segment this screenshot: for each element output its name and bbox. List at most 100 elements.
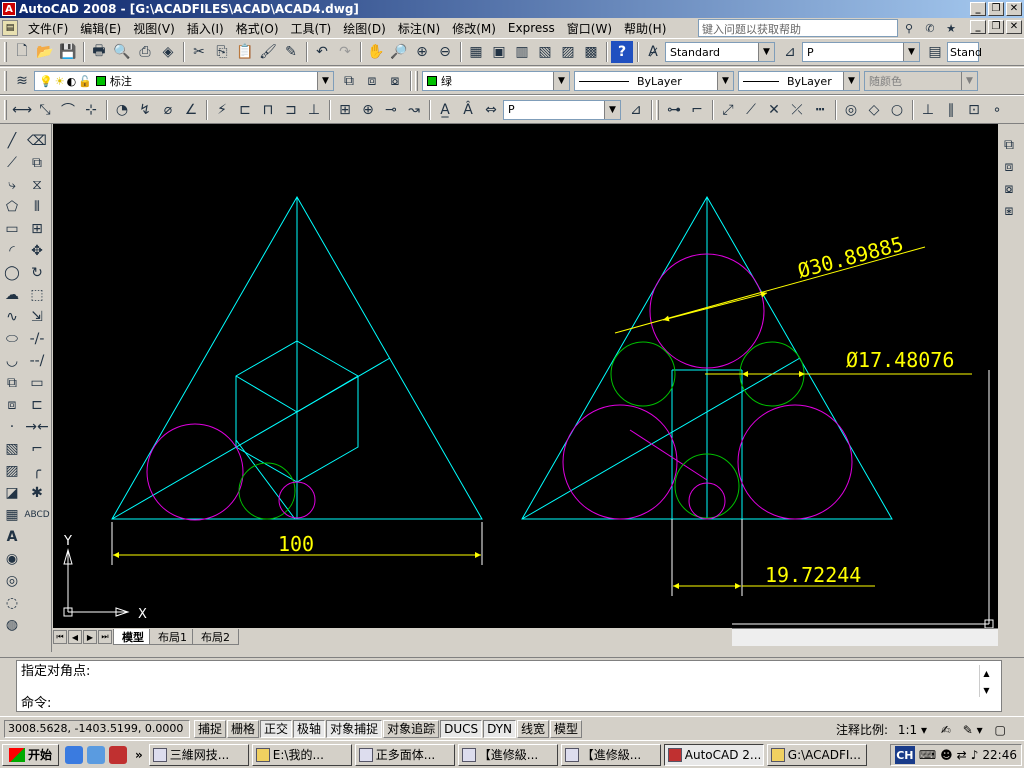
auto-scale-icon[interactable]: ✎ — [963, 723, 973, 737]
dim-style-select[interactable]: P ▼ — [802, 42, 920, 62]
coordinates-display[interactable]: 3008.5628, -1403.5199, 0.0000 — [4, 719, 190, 738]
spell-check-icon[interactable]: ABCD — [24, 504, 49, 526]
table-style-select[interactable]: Stand — [947, 42, 982, 62]
revision-cloud-icon[interactable]: ☁ — [1, 284, 23, 306]
snap-quadrant-icon[interactable]: ◇ — [863, 99, 885, 121]
send-under-icon[interactable]: ⧆ — [998, 200, 1020, 222]
dim-edit-icon[interactable]: A̲ — [434, 99, 456, 121]
copy-object-icon[interactable]: ⧉ — [26, 152, 48, 174]
make-block-icon[interactable]: ⧈ — [1, 394, 23, 416]
cut-icon[interactable]: ✂ — [188, 41, 210, 63]
help-icon[interactable]: ? — [611, 41, 633, 63]
polar-toggle[interactable]: 极轴 — [293, 719, 326, 738]
snap-toggle[interactable]: 捕捉 — [194, 719, 227, 738]
send-to-back-icon[interactable]: ⧈ — [998, 156, 1020, 178]
mirror-icon[interactable]: ⧖ — [26, 174, 48, 196]
layer-states-icon[interactable]: ⧇ — [384, 70, 406, 92]
osnap-toggle[interactable]: 对象捕捉 — [326, 719, 383, 738]
doc-close-button[interactable]: ✕ — [1006, 20, 1022, 34]
pan-icon[interactable]: ✋ — [365, 41, 387, 63]
dim-style-select-2[interactable]: P ▼ — [503, 99, 621, 120]
task-5[interactable]: 【進修級... — [560, 743, 661, 766]
helix-icon[interactable]: ◍ — [1, 614, 23, 636]
menu-edit[interactable]: 编辑(E) — [74, 20, 127, 37]
snap-node-icon[interactable]: ∘ — [986, 99, 1008, 121]
snap-apparent-intersection-icon[interactable]: ⤫ — [786, 99, 808, 121]
dim-angular-icon[interactable]: ∠ — [180, 99, 202, 121]
tab-model[interactable]: 模型 — [113, 629, 153, 645]
trim-icon[interactable]: -/- — [26, 328, 48, 350]
block-editor-icon[interactable]: ✎ — [280, 41, 302, 63]
search-icon[interactable]: ⚲ — [900, 20, 918, 36]
calculator-icon[interactable]: ▩ — [580, 41, 602, 63]
communication-center-icon[interactable]: ✆ — [921, 20, 939, 36]
snap-intersection-icon[interactable]: ✕ — [763, 99, 785, 121]
design-center-icon[interactable]: ▣ — [488, 41, 510, 63]
tab-next-icon[interactable]: ▶ — [83, 630, 97, 644]
user-icon[interactable]: ☻ — [940, 748, 953, 762]
properties-icon[interactable]: ▦ — [465, 41, 487, 63]
polyline-icon[interactable]: ⤷ — [1, 174, 23, 196]
tab-last-icon[interactable]: ⏭ — [98, 630, 112, 644]
ortho-toggle[interactable]: 正交 — [260, 719, 293, 738]
spline-icon[interactable]: ∿ — [1, 306, 23, 328]
center-mark-icon[interactable]: ⊕ — [357, 99, 379, 121]
table-style-icon[interactable]: ▤ — [924, 41, 946, 63]
color-select[interactable]: 绿 ▼ — [422, 71, 570, 91]
match-properties-icon[interactable]: 🖌 — [257, 41, 279, 63]
command-scrollbar[interactable]: ▲ ▼ — [979, 665, 993, 697]
task-4[interactable]: 【進修級... — [457, 743, 558, 766]
move-icon[interactable]: ✥ — [26, 240, 48, 262]
annotation-scale[interactable]: 注释比例: 1:1 ▾ ✍ ✎ ▾ ▢ — [836, 721, 1006, 738]
new-icon[interactable]: 🗋 — [11, 41, 33, 63]
publish-icon[interactable]: ⎙ — [134, 41, 156, 63]
stretch-icon[interactable]: ⇲ — [26, 306, 48, 328]
lineweight-toggle[interactable]: 线宽 — [517, 719, 550, 738]
dim-break-icon[interactable]: ⊥ — [303, 99, 325, 121]
menu-draw[interactable]: 绘图(D) — [337, 20, 392, 37]
array-icon[interactable]: ⊞ — [26, 218, 48, 240]
menu-file[interactable]: 文件(F) — [22, 20, 74, 37]
layer-manager-icon[interactable]: ≋ — [11, 70, 33, 92]
layer-previous-icon[interactable]: ⧈ — [361, 70, 383, 92]
dyn-toggle[interactable]: DYN — [483, 719, 517, 738]
restore-button[interactable]: ❐ — [988, 2, 1004, 16]
dim-continue-icon[interactable]: ⊓ — [257, 99, 279, 121]
dim-style-icon[interactable]: ⊿ — [779, 41, 801, 63]
snap-tangent-icon[interactable]: ○ — [886, 99, 908, 121]
snap-endpoint-icon[interactable]: ⤢ — [717, 99, 739, 121]
tab-prev-icon[interactable]: ◀ — [68, 630, 82, 644]
quick-dim-icon[interactable]: ⚡ — [211, 99, 233, 121]
redo-icon[interactable]: ↷ — [334, 41, 356, 63]
zoom-window-icon[interactable]: ⊕ — [411, 41, 433, 63]
annotation-scale-value[interactable]: 1:1 — [898, 723, 917, 737]
clean-screen-icon[interactable]: ▢ — [994, 723, 1005, 737]
menu-help[interactable]: 帮助(H) — [618, 20, 672, 37]
task-2[interactable]: E:\我的... — [251, 743, 352, 766]
table-icon[interactable]: ▦ — [1, 504, 23, 526]
task-autocad[interactable]: AutoCAD 2... — [663, 743, 764, 766]
tool-palettes-icon[interactable]: ▥ — [511, 41, 533, 63]
task-1[interactable]: 三維网技... — [148, 743, 249, 766]
lineweight-select[interactable]: ByLayer ▼ — [738, 71, 860, 91]
dim-linear-icon[interactable]: ⟷ — [11, 99, 33, 121]
zoom-realtime-icon[interactable]: 🔎 — [388, 41, 410, 63]
text-style-select[interactable]: Standard ▼ — [665, 42, 775, 62]
tab-layout2[interactable]: 布局2 — [192, 629, 239, 645]
explode-icon[interactable]: ✱ — [26, 482, 48, 504]
menu-window[interactable]: 窗口(W) — [561, 20, 618, 37]
dim-aligned-icon[interactable]: ⤡ — [34, 99, 56, 121]
snap-extension-icon[interactable]: ┅ — [809, 99, 831, 121]
construction-line-icon[interactable]: ⟋ — [1, 152, 23, 174]
menu-modify[interactable]: 修改(M) — [446, 20, 502, 37]
dim-space-icon[interactable]: ⊐ — [280, 99, 302, 121]
model-toggle[interactable]: 模型 — [550, 719, 583, 738]
start-button[interactable]: 开始 — [2, 743, 60, 766]
grid-toggle[interactable]: 栅格 — [227, 719, 260, 738]
wipeout-icon[interactable]: ◌ — [1, 592, 23, 614]
minimize-button[interactable]: _ — [970, 2, 986, 16]
dim-update-icon[interactable]: ⇔ — [480, 99, 502, 121]
rectangle-icon[interactable]: ▭ — [1, 218, 23, 240]
rotate-icon[interactable]: ↻ — [26, 262, 48, 284]
layer-select[interactable]: 💡 ☀ ◐ 🔓 标注 ▼ — [34, 71, 334, 91]
